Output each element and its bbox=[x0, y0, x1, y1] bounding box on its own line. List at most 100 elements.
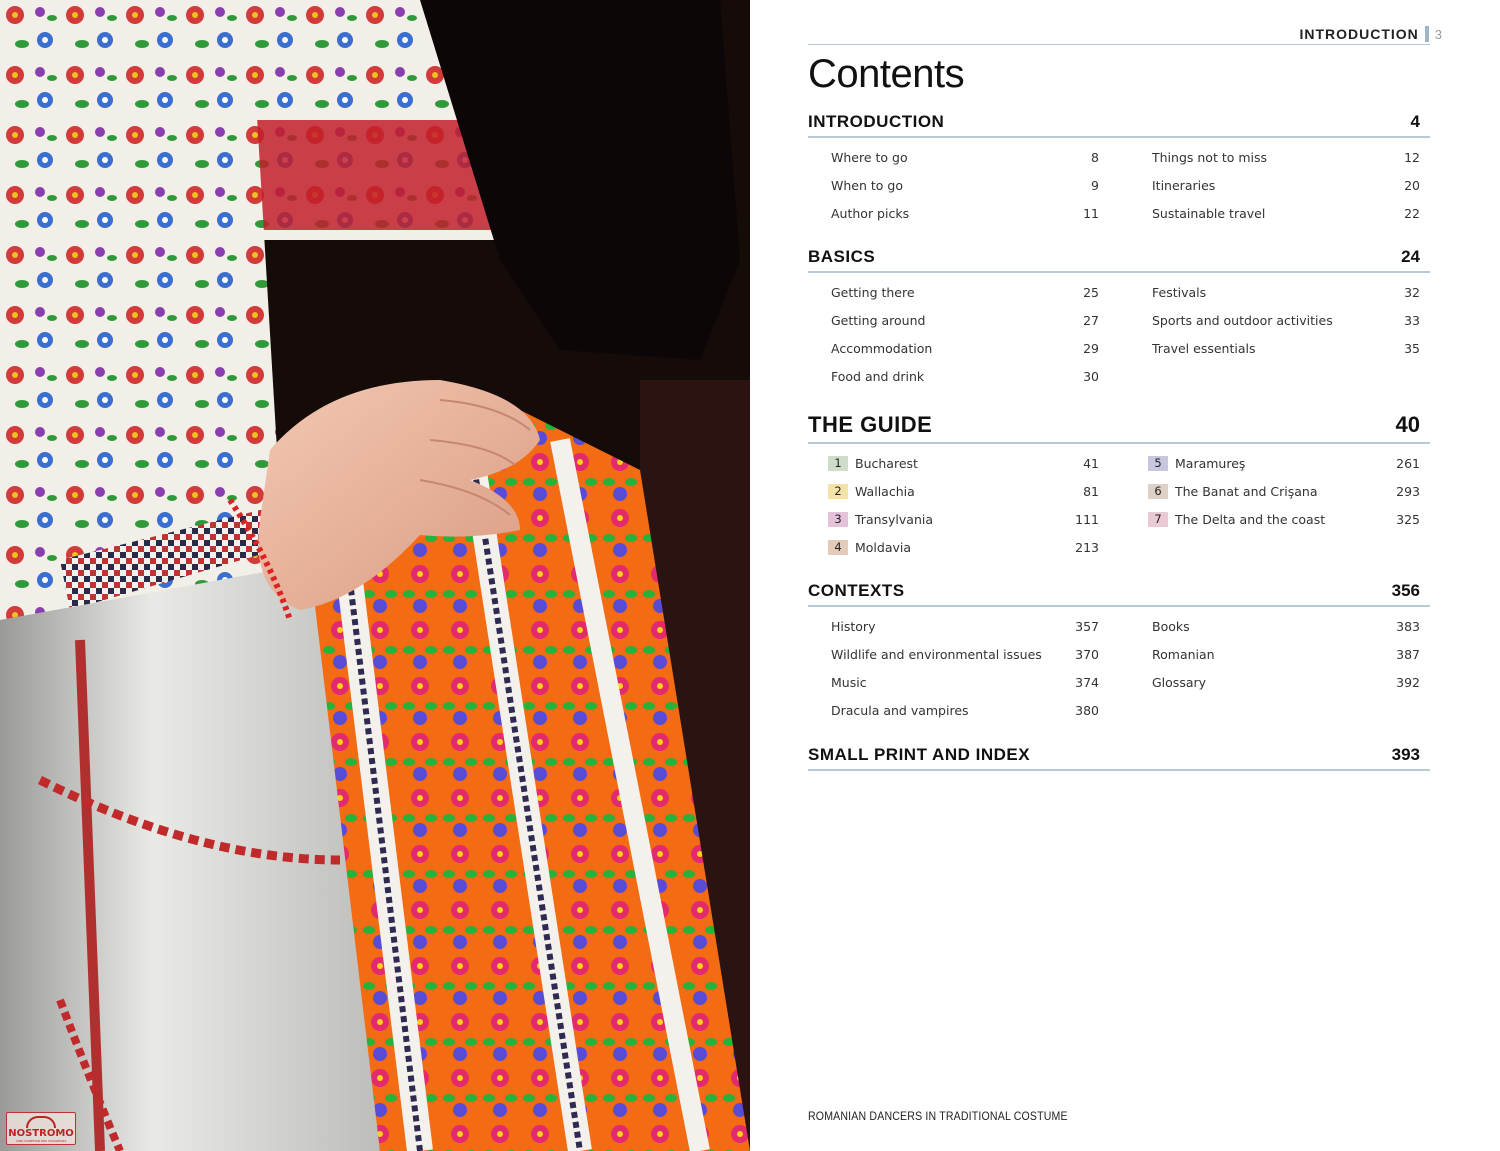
entries-right: Festivals 32 Sports and outdoor activitie… bbox=[1152, 278, 1420, 362]
entry-label: Travel essentials bbox=[1152, 340, 1256, 356]
chapter-number-chip: 5 bbox=[1148, 455, 1168, 471]
toc-entry[interactable]: 4 Moldavia 213 bbox=[828, 533, 1099, 561]
entry-page: 8 bbox=[1091, 149, 1099, 165]
entry-page: 9 bbox=[1091, 177, 1099, 193]
toc-entry[interactable]: Sports and outdoor activities 33 bbox=[1152, 306, 1420, 334]
section-page: 4 bbox=[1410, 112, 1420, 131]
running-head-label: INTRODUCTION bbox=[1299, 26, 1419, 42]
toc-entry[interactable]: Travel essentials 35 bbox=[1152, 334, 1420, 362]
entry-label: Author picks bbox=[831, 205, 910, 221]
toc-entry[interactable]: Festivals 32 bbox=[1152, 278, 1420, 306]
chapter-number-chip: 3 bbox=[828, 511, 848, 527]
toc-entry[interactable]: Where to go 8 bbox=[831, 143, 1099, 171]
chapter-number-chip: 7 bbox=[1148, 511, 1168, 527]
entry-page: 357 bbox=[1075, 618, 1099, 634]
entry-page: 41 bbox=[1083, 455, 1099, 471]
toc-entry[interactable]: Books 383 bbox=[1152, 612, 1420, 640]
costume-illustration bbox=[0, 0, 750, 1151]
section-page: 356 bbox=[1391, 581, 1420, 600]
toc-entry[interactable]: Itineraries 20 bbox=[1152, 171, 1420, 199]
toc-entry[interactable]: Author picks 11 bbox=[831, 199, 1099, 227]
toc-entry[interactable]: Getting there 25 bbox=[831, 278, 1099, 306]
section-title: THE GUIDE bbox=[808, 412, 933, 437]
running-head-bar bbox=[1424, 26, 1429, 42]
section-small-print: SMALL PRINT AND INDEX 393 bbox=[808, 745, 1430, 771]
contents-page: INTRODUCTION 3 Contents INTRODUCTION 4 W… bbox=[750, 0, 1500, 1151]
entry-page: 29 bbox=[1083, 340, 1099, 356]
entries-left: History 357 Wildlife and environmental is… bbox=[831, 612, 1099, 724]
entry-page: 81 bbox=[1083, 483, 1099, 499]
section-introduction: INTRODUCTION 4 Where to go 8 When to go 9 … bbox=[808, 112, 1430, 221]
entry-label: Itineraries bbox=[1152, 177, 1216, 193]
entries-left: Where to go 8 When to go 9 Author picks 11 bbox=[831, 143, 1099, 227]
toc-entry[interactable]: Food and drink 30 bbox=[831, 362, 1099, 390]
entry-page: 261 bbox=[1396, 455, 1420, 471]
entry-label: The Delta and the coast bbox=[1175, 511, 1326, 527]
entry-page: 35 bbox=[1404, 340, 1420, 356]
entry-page: 25 bbox=[1083, 284, 1099, 300]
entry-page: 380 bbox=[1075, 702, 1099, 718]
entry-label: Sustainable travel bbox=[1152, 205, 1266, 221]
entry-page: 32 bbox=[1404, 284, 1420, 300]
section-header[interactable]: CONTEXTS 356 bbox=[808, 581, 1430, 607]
entry-page: 22 bbox=[1404, 205, 1420, 221]
entry-label: Maramureş bbox=[1175, 455, 1246, 471]
section-page: 24 bbox=[1401, 247, 1420, 266]
entry-label: Getting around bbox=[831, 312, 926, 328]
entry-page: 12 bbox=[1404, 149, 1420, 165]
section-guide: THE GUIDE 40 1 Bucharest 41 2 Wallachia 81 3… bbox=[808, 412, 1430, 555]
section-title: INTRODUCTION bbox=[808, 112, 945, 131]
toc-entry[interactable]: Romanian 387 bbox=[1152, 640, 1420, 668]
toc-entry[interactable]: 3 Transylvania 111 bbox=[828, 505, 1099, 533]
toc-entry[interactable]: Things not to miss 12 bbox=[1152, 143, 1420, 171]
toc-entry[interactable]: 7 The Delta and the coast 325 bbox=[1148, 505, 1420, 533]
entry-page: 374 bbox=[1075, 674, 1099, 690]
toc-entry[interactable]: Wildlife and environmental issues 370 bbox=[831, 640, 1099, 668]
toc-entry[interactable]: Music 374 bbox=[831, 668, 1099, 696]
entry-page: 293 bbox=[1396, 483, 1420, 499]
toc-entry[interactable]: When to go 9 bbox=[831, 171, 1099, 199]
entry-label: Wildlife and environmental issues bbox=[831, 646, 1042, 662]
entry-page: 111 bbox=[1075, 511, 1099, 527]
section-title: CONTEXTS bbox=[808, 581, 905, 600]
entries-left: 1 Bucharest 41 2 Wallachia 81 3 Transylvania 1… bbox=[828, 449, 1099, 561]
entry-label: Wallachia bbox=[855, 483, 915, 499]
section-header[interactable]: SMALL PRINT AND INDEX 393 bbox=[808, 745, 1430, 771]
entry-label: Romanian bbox=[1152, 646, 1215, 662]
entry-label: Transylvania bbox=[855, 511, 934, 527]
logo-word: NOSTROMO bbox=[8, 1128, 74, 1139]
entries-right: Books 383 Romanian 387 Glossary 392 bbox=[1152, 612, 1420, 696]
entry-page: 392 bbox=[1396, 674, 1420, 690]
entry-page: 30 bbox=[1083, 368, 1099, 384]
entry-label: Moldavia bbox=[855, 539, 912, 555]
entry-label: Festivals bbox=[1152, 284, 1207, 300]
logo-subtitle: VIDE-COMPTOIR DES VOYAGEURS bbox=[15, 1139, 67, 1143]
entry-label: Getting there bbox=[831, 284, 915, 300]
entries-right: Things not to miss 12 Itineraries 20 Susta… bbox=[1152, 143, 1420, 227]
toc-entry[interactable]: History 357 bbox=[831, 612, 1099, 640]
entry-label: Sports and outdoor activities bbox=[1152, 312, 1333, 328]
toc-entry[interactable]: 1 Bucharest 41 bbox=[828, 449, 1099, 477]
section-page: 40 bbox=[1395, 412, 1420, 437]
section-header[interactable]: BASICS 24 bbox=[808, 247, 1430, 273]
entry-label: Dracula and vampires bbox=[831, 702, 969, 718]
toc-entry[interactable]: Dracula and vampires 380 bbox=[831, 696, 1099, 724]
section-basics: BASICS 24 Getting there 25 Getting around… bbox=[808, 247, 1430, 384]
entry-page: 27 bbox=[1083, 312, 1099, 328]
toc-entry[interactable]: 5 Maramureş 261 bbox=[1148, 449, 1420, 477]
section-contexts: CONTEXTS 356 History 357 Wildlife and env… bbox=[808, 581, 1430, 718]
photo-caption: ROMANIAN DANCERS IN TRADITIONAL COSTUME bbox=[808, 1109, 1068, 1123]
section-header[interactable]: INTRODUCTION 4 bbox=[808, 112, 1430, 138]
toc-entry[interactable]: Glossary 392 bbox=[1152, 668, 1420, 696]
toc-entry[interactable]: 6 The Banat and Crişana 293 bbox=[1148, 477, 1420, 505]
publisher-logo: NOSTROMO VIDE-COMPTOIR DES VOYAGEURS bbox=[6, 1112, 76, 1145]
chapter-number-chip: 6 bbox=[1148, 483, 1168, 499]
toc-entry[interactable]: Sustainable travel 22 bbox=[1152, 199, 1420, 227]
section-header[interactable]: THE GUIDE 40 bbox=[808, 412, 1430, 444]
entry-page: 213 bbox=[1075, 539, 1099, 555]
entry-page: 325 bbox=[1396, 511, 1420, 527]
toc-entry[interactable]: Getting around 27 bbox=[831, 306, 1099, 334]
chapter-number-chip: 1 bbox=[828, 455, 848, 471]
toc-entry[interactable]: Accommodation 29 bbox=[831, 334, 1099, 362]
toc-entry[interactable]: 2 Wallachia 81 bbox=[828, 477, 1099, 505]
